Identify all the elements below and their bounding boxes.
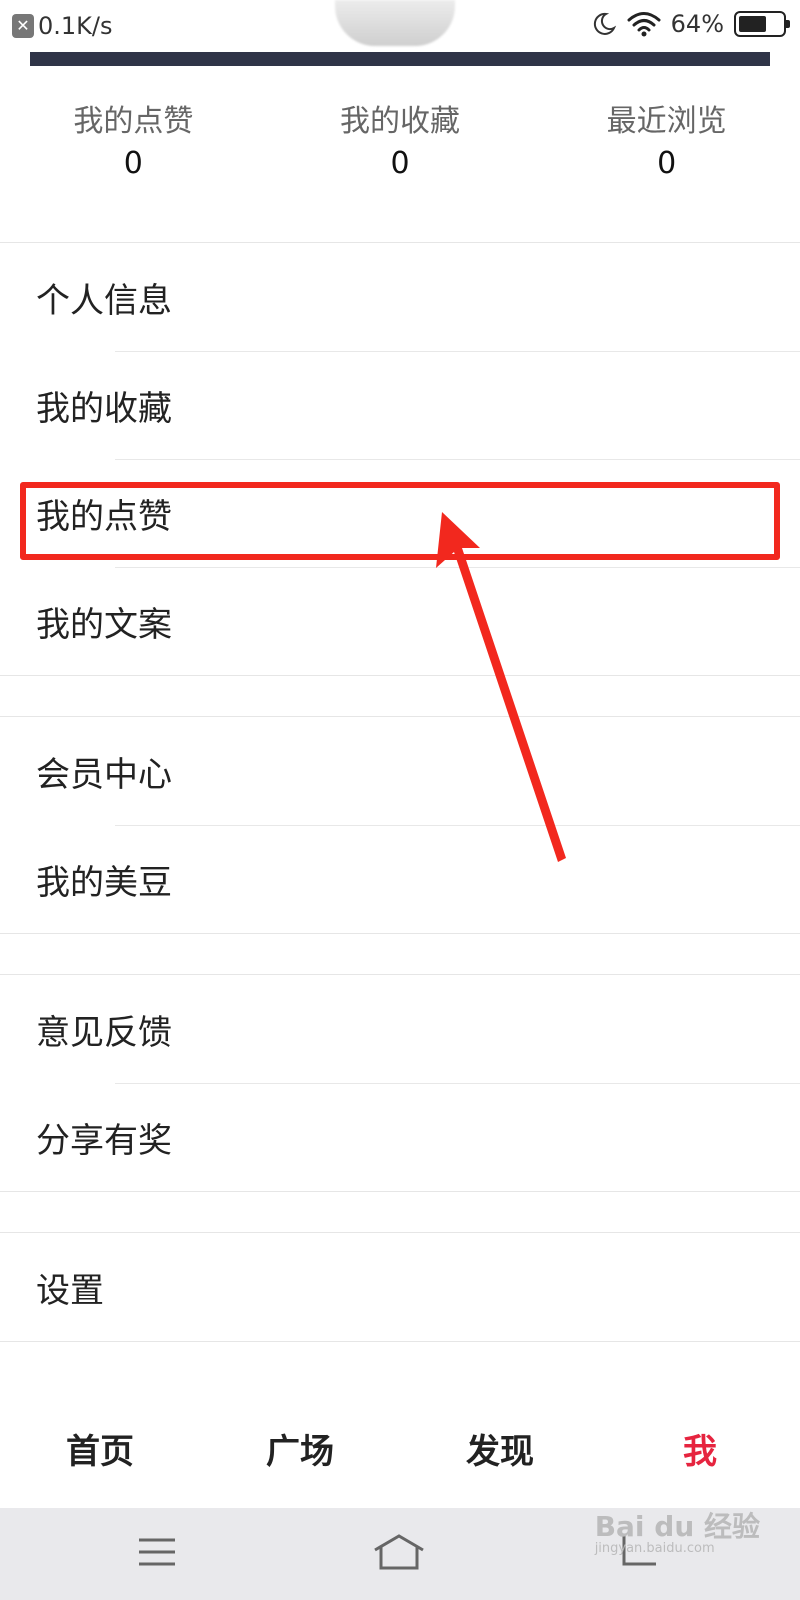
menu-item-share-reward[interactable]: 分享有奖	[0, 1083, 800, 1191]
tab-me[interactable]: 我	[600, 1395, 800, 1510]
blurred-avatar	[335, 0, 455, 46]
stats-row: 我的点赞 0 我的收藏 0 最近浏览 0	[0, 100, 800, 200]
menu-list: 个人信息 我的收藏 我的点赞 我的文案 会员中心 我的美豆 意见反馈 分享有奖 …	[0, 242, 800, 1342]
stat-favorites[interactable]: 我的收藏 0	[267, 100, 534, 200]
notification-close-icon: ✕	[12, 14, 34, 38]
menu-item-membership[interactable]: 会员中心	[0, 717, 800, 825]
battery-icon	[734, 11, 790, 37]
bottom-tab-bar: 首页 广场 发现 我	[0, 1395, 800, 1510]
status-bar: ✕ 0.1K/s 64%	[0, 0, 800, 52]
stat-label: 我的收藏	[340, 104, 460, 139]
menu-item-likes[interactable]: 我的点赞	[0, 459, 800, 567]
tab-home[interactable]: 首页	[0, 1395, 200, 1510]
menu-group-membership: 会员中心 我的美豆	[0, 716, 800, 934]
section-gap	[0, 1192, 800, 1232]
stat-value: 0	[657, 146, 677, 181]
menu-group-account: 个人信息 我的收藏 我的点赞 我的文案	[0, 242, 800, 676]
menu-icon[interactable]	[137, 1532, 177, 1572]
screen: ✕ 0.1K/s 64% 我的点赞 0 我的收藏 0 最近浏览 0 个人信息 我…	[0, 0, 800, 1600]
back-icon[interactable]	[620, 1532, 660, 1572]
battery-level	[739, 16, 766, 32]
wifi-icon	[627, 12, 661, 37]
system-nav-bar	[0, 1508, 800, 1600]
battery-percent: 64%	[670, 10, 724, 38]
menu-group-feedback: 意见反馈 分享有奖	[0, 974, 800, 1192]
menu-group-settings: 设置	[0, 1232, 800, 1342]
stat-likes[interactable]: 我的点赞 0	[0, 100, 267, 200]
stat-label: 最近浏览	[606, 104, 727, 139]
header-bar	[30, 52, 770, 66]
stat-value: 0	[390, 146, 410, 181]
section-gap	[0, 676, 800, 716]
menu-item-copywriting[interactable]: 我的文案	[0, 567, 800, 675]
stat-value: 0	[123, 146, 143, 181]
tab-discover[interactable]: 发现	[400, 1395, 600, 1510]
tab-square[interactable]: 广场	[200, 1395, 400, 1510]
stat-recent[interactable]: 最近浏览 0	[533, 100, 800, 200]
section-gap	[0, 934, 800, 974]
status-right: 64%	[591, 10, 790, 38]
home-icon[interactable]	[372, 1532, 426, 1572]
menu-item-feedback[interactable]: 意见反馈	[0, 975, 800, 1083]
network-speed: 0.1K/s	[38, 12, 113, 40]
menu-item-favorites[interactable]: 我的收藏	[0, 351, 800, 459]
stat-label: 我的点赞	[73, 104, 194, 139]
menu-item-settings[interactable]: 设置	[0, 1233, 800, 1341]
menu-item-beans[interactable]: 我的美豆	[0, 825, 800, 933]
menu-item-profile[interactable]: 个人信息	[0, 243, 800, 351]
moon-icon	[593, 12, 616, 35]
status-left: ✕ 0.1K/s	[12, 12, 113, 40]
